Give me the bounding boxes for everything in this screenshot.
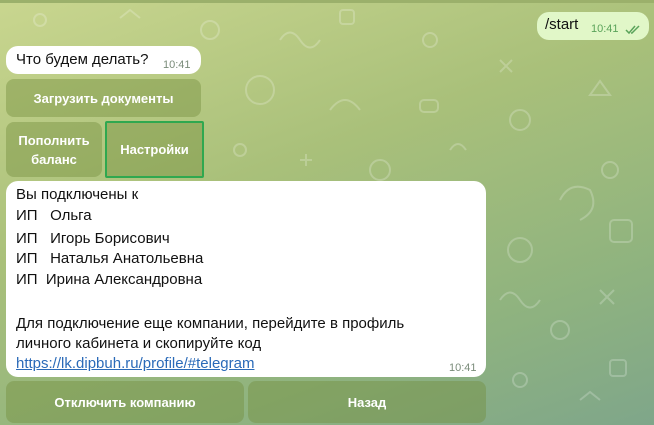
bot-prompt-time: 10:41 bbox=[163, 59, 191, 71]
company-line-2: ИП Игорь Борисович bbox=[16, 230, 170, 247]
double-check-icon bbox=[625, 25, 640, 35]
profile-link[interactable]: https://lk.dipbuh.ru/profile/#telegram bbox=[16, 355, 254, 372]
top-up-balance-button[interactable]: Пополнить баланс bbox=[6, 122, 102, 177]
bot-info-bubble: Вы подключены к ИП Ольга ИП Игорь Борисо… bbox=[6, 181, 486, 377]
bot-prompt-bubble: Что будем делать? 10:41 bbox=[6, 46, 201, 74]
company-line-4: ИП Ирина Александровна bbox=[16, 271, 203, 288]
back-button[interactable]: Назад bbox=[248, 381, 486, 423]
bot-prompt-text: Что будем делать? bbox=[16, 51, 149, 68]
bot-info-time: 10:41 bbox=[449, 362, 477, 374]
instruction-line-2: личного кабинета и скопируйте код bbox=[16, 335, 262, 352]
outgoing-message-time: 10:41 bbox=[591, 23, 619, 35]
outgoing-message-bubble: /start 10:41 bbox=[537, 12, 649, 40]
upload-documents-button[interactable]: Загрузить документы bbox=[6, 79, 201, 117]
company-line-1: ИП Ольга bbox=[16, 207, 92, 224]
settings-button[interactable]: Настройки bbox=[105, 121, 204, 178]
outgoing-message-text: /start bbox=[545, 16, 579, 33]
disconnect-company-button[interactable]: Отключить компанию bbox=[6, 381, 244, 423]
company-line-3: ИП Наталья Анатольевна bbox=[16, 250, 204, 267]
info-intro-text: Вы подключены к bbox=[16, 186, 139, 203]
instruction-line-1: Для подключение еще компании, перейдите … bbox=[16, 315, 405, 332]
